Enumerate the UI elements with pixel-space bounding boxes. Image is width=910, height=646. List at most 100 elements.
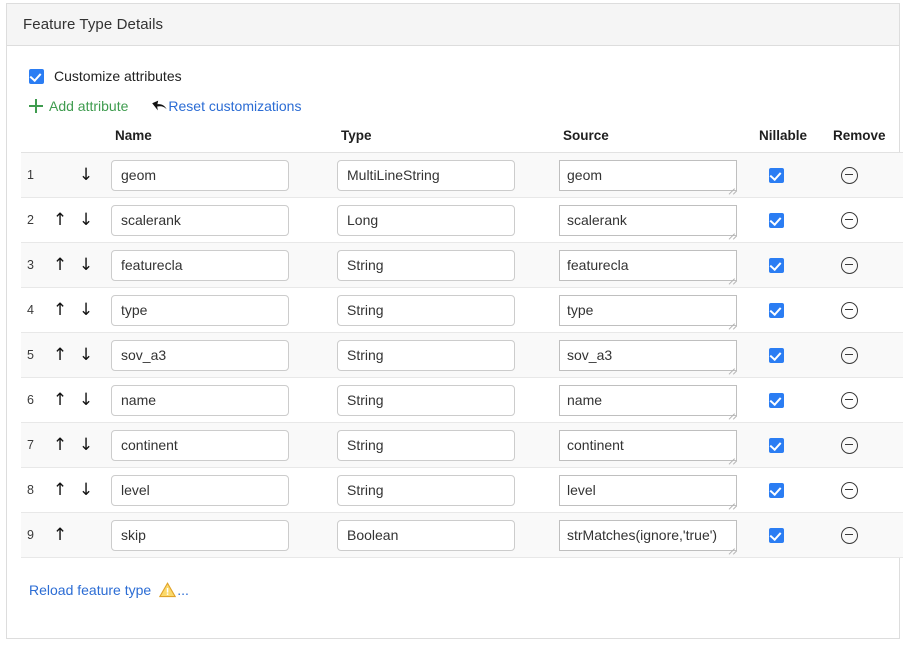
attribute-name-input[interactable] bbox=[111, 294, 289, 326]
attribute-remove-cell bbox=[833, 377, 903, 423]
attribute-name-input[interactable] bbox=[111, 519, 289, 551]
attributes-table-head: Name Type Source Nillable Remove bbox=[21, 128, 903, 153]
attribute-source-textarea[interactable] bbox=[559, 204, 737, 236]
attribute-nillable-cell bbox=[759, 422, 833, 468]
attribute-type-input[interactable] bbox=[337, 249, 515, 281]
nillable-checkbox[interactable] bbox=[769, 302, 784, 318]
move-up-button[interactable]: ↑ bbox=[47, 391, 73, 409]
attribute-remove-cell bbox=[833, 152, 903, 198]
move-up-button[interactable]: ↑ bbox=[47, 436, 73, 454]
add-attribute-button[interactable]: Add attribute bbox=[29, 98, 128, 114]
row-index: 4 bbox=[21, 287, 47, 333]
column-header-name: Name bbox=[111, 128, 337, 153]
attribute-name-input[interactable] bbox=[111, 384, 289, 416]
attribute-name-input[interactable] bbox=[111, 339, 289, 371]
minus-circle-icon[interactable] bbox=[841, 211, 858, 229]
attribute-source-textarea[interactable] bbox=[559, 249, 737, 281]
attribute-type-input[interactable] bbox=[337, 384, 515, 416]
nillable-checkbox[interactable] bbox=[769, 527, 784, 543]
attribute-name-input[interactable] bbox=[111, 204, 289, 236]
attribute-type-cell bbox=[337, 197, 559, 243]
minus-circle-icon[interactable] bbox=[841, 481, 858, 499]
move-down-button[interactable]: ↓ bbox=[73, 301, 99, 319]
customize-attributes-row: Customize attributes bbox=[21, 46, 885, 84]
attribute-source-textarea[interactable] bbox=[559, 474, 737, 506]
attribute-name-input[interactable] bbox=[111, 474, 289, 506]
attribute-remove-cell bbox=[833, 467, 903, 513]
move-up-button[interactable]: ↑ bbox=[47, 256, 73, 274]
attribute-name-input[interactable] bbox=[111, 429, 289, 461]
move-down-button[interactable]: ↓ bbox=[73, 346, 99, 364]
minus-circle-icon[interactable] bbox=[841, 301, 858, 319]
attribute-source-textarea[interactable] bbox=[559, 429, 737, 461]
attribute-source-wrapper bbox=[559, 384, 738, 420]
attribute-name-cell bbox=[111, 377, 337, 423]
nillable-checkbox[interactable] bbox=[769, 212, 784, 228]
move-down-button[interactable]: ↓ bbox=[73, 166, 99, 184]
feature-type-details-panel: Feature Type Details Customize attribute… bbox=[6, 3, 903, 639]
attribute-source-textarea[interactable] bbox=[559, 519, 737, 551]
attribute-type-input[interactable] bbox=[337, 159, 515, 191]
row-index: 8 bbox=[21, 467, 47, 513]
attribute-nillable-cell bbox=[759, 152, 833, 198]
attribute-type-input[interactable] bbox=[337, 339, 515, 371]
attribute-type-input[interactable] bbox=[337, 474, 515, 506]
minus-circle-icon[interactable] bbox=[841, 166, 858, 184]
move-down-button[interactable]: ↓ bbox=[73, 391, 99, 409]
attribute-source-textarea[interactable] bbox=[559, 339, 737, 371]
move-up-button[interactable]: ↑ bbox=[47, 211, 73, 229]
nillable-checkbox[interactable] bbox=[769, 437, 784, 453]
row-index: 5 bbox=[21, 332, 47, 378]
column-header-source: Source bbox=[559, 128, 759, 153]
attribute-name-input[interactable] bbox=[111, 159, 289, 191]
nillable-checkbox[interactable] bbox=[769, 392, 784, 408]
attribute-source-cell bbox=[559, 467, 759, 513]
attribute-type-input[interactable] bbox=[337, 429, 515, 461]
move-down-button[interactable]: ↓ bbox=[73, 256, 99, 274]
move-up-button[interactable]: ↑ bbox=[47, 301, 73, 319]
attribute-source-textarea[interactable] bbox=[559, 159, 737, 191]
move-up-button[interactable]: ↑ bbox=[47, 526, 73, 544]
reset-customizations-button[interactable]: Reset customizations bbox=[150, 98, 301, 114]
minus-circle-icon[interactable] bbox=[841, 346, 858, 364]
attribute-source-textarea[interactable] bbox=[559, 294, 737, 326]
attribute-source-cell bbox=[559, 512, 759, 558]
move-down-button[interactable]: ↓ bbox=[73, 481, 99, 499]
attribute-source-cell bbox=[559, 332, 759, 378]
customize-attributes-checkbox[interactable] bbox=[29, 68, 44, 84]
attribute-source-textarea[interactable] bbox=[559, 384, 737, 416]
attribute-source-cell bbox=[559, 422, 759, 468]
warning-triangle-icon[interactable] bbox=[159, 582, 177, 598]
attribute-type-cell bbox=[337, 422, 559, 468]
attribute-type-input[interactable] bbox=[337, 519, 515, 551]
minus-circle-icon[interactable] bbox=[841, 256, 858, 274]
minus-circle-icon[interactable] bbox=[841, 526, 858, 544]
attribute-source-wrapper bbox=[559, 474, 738, 510]
move-down-button[interactable]: ↓ bbox=[73, 211, 99, 229]
move-up-button[interactable]: ↑ bbox=[47, 481, 73, 499]
nillable-checkbox[interactable] bbox=[769, 257, 784, 273]
table-row: 1 ↓ bbox=[21, 152, 903, 198]
attribute-nillable-cell bbox=[759, 512, 833, 558]
row-move-cell: ↑ ↓ bbox=[47, 242, 111, 288]
attribute-source-wrapper bbox=[559, 519, 738, 555]
move-down-button[interactable]: ↓ bbox=[73, 436, 99, 454]
attribute-type-cell bbox=[337, 242, 559, 288]
minus-circle-icon[interactable] bbox=[841, 391, 858, 409]
reload-feature-type-link[interactable]: Reload feature type bbox=[29, 582, 151, 598]
attribute-name-cell bbox=[111, 287, 337, 333]
minus-circle-icon[interactable] bbox=[841, 436, 858, 454]
row-move-cell: ↑ ↓ bbox=[47, 377, 111, 423]
attribute-name-input[interactable] bbox=[111, 249, 289, 281]
nillable-checkbox[interactable] bbox=[769, 167, 784, 183]
nillable-checkbox[interactable] bbox=[769, 347, 784, 363]
column-header-nillable: Nillable bbox=[759, 128, 833, 153]
column-header-index bbox=[21, 128, 47, 153]
row-move-cell: ↓ bbox=[47, 152, 111, 198]
move-up-button[interactable]: ↑ bbox=[47, 346, 73, 364]
attribute-type-input[interactable] bbox=[337, 204, 515, 236]
attribute-type-input[interactable] bbox=[337, 294, 515, 326]
footer-ellipsis[interactable]: ... bbox=[177, 582, 189, 598]
nillable-checkbox[interactable] bbox=[769, 482, 784, 498]
row-index: 9 bbox=[21, 512, 47, 558]
